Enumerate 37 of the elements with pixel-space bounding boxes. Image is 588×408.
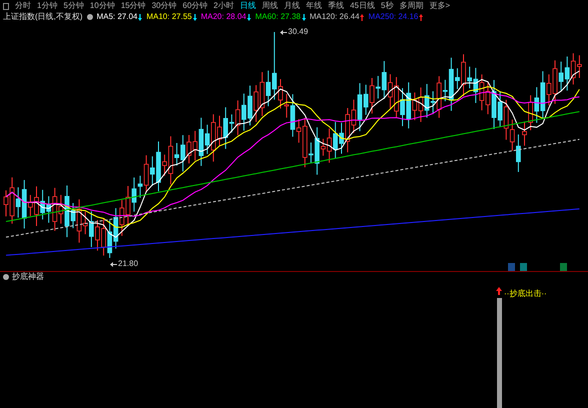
moving-average-value: MA20: 28.04 [200,12,246,22]
high-price-label: 30.49 [288,27,308,37]
leader-arrow-icon [280,30,287,34]
period-tab[interactable]: 更多> [429,1,450,11]
period-tab[interactable]: 周线 [262,1,278,11]
period-tab[interactable]: 分时 [15,1,31,11]
signal-label: ··抄底出击·· [504,289,547,299]
period-tab[interactable]: 日线 [240,1,256,11]
moving-average-value: MA5: 27.04 [96,12,138,22]
period-tab[interactable]: 月线 [284,1,300,11]
period-tab[interactable]: 45日线 [350,1,375,11]
settings-icon[interactable] [86,14,93,20]
signal-marker-icon [508,263,515,271]
period-tab[interactable]: 5分钟 [63,1,84,11]
period-tab[interactable]: 2小时 [214,1,234,11]
settings-icon[interactable] [3,274,9,280]
period-tab[interactable]: 1分钟 [37,1,58,11]
period-tab[interactable]: 30分钟 [152,1,177,11]
signal-marker-icon [560,263,567,271]
signal-marker-icon [520,263,527,271]
period-tab[interactable]: 季线 [328,1,344,11]
period-tab[interactable]: 5秒 [380,1,394,11]
period-tab[interactable]: 10分钟 [90,1,115,11]
period-tab[interactable]: 年线 [306,1,322,11]
up-arrow-icon [496,287,502,295]
moving-average-value: MA60: 27.38 [255,12,301,22]
leader-arrow-icon [110,262,117,266]
period-tab[interactable]: 多周期 [399,1,424,11]
chart-layout-icon[interactable] [3,2,9,10]
moving-average-value: MA250: 24.16 [368,12,418,22]
chart-title: 上证指数(日线,不复权) [3,12,83,22]
period-tab[interactable]: 15分钟 [120,1,146,11]
moving-average-value: MA10: 27.55 [146,12,192,22]
moving-average-value: MA120: 26.44 [310,12,360,22]
low-price-label: 21.80 [118,259,138,269]
period-tab[interactable]: 60分钟 [182,1,208,11]
indicator-title: 抄底神器 [12,272,44,282]
